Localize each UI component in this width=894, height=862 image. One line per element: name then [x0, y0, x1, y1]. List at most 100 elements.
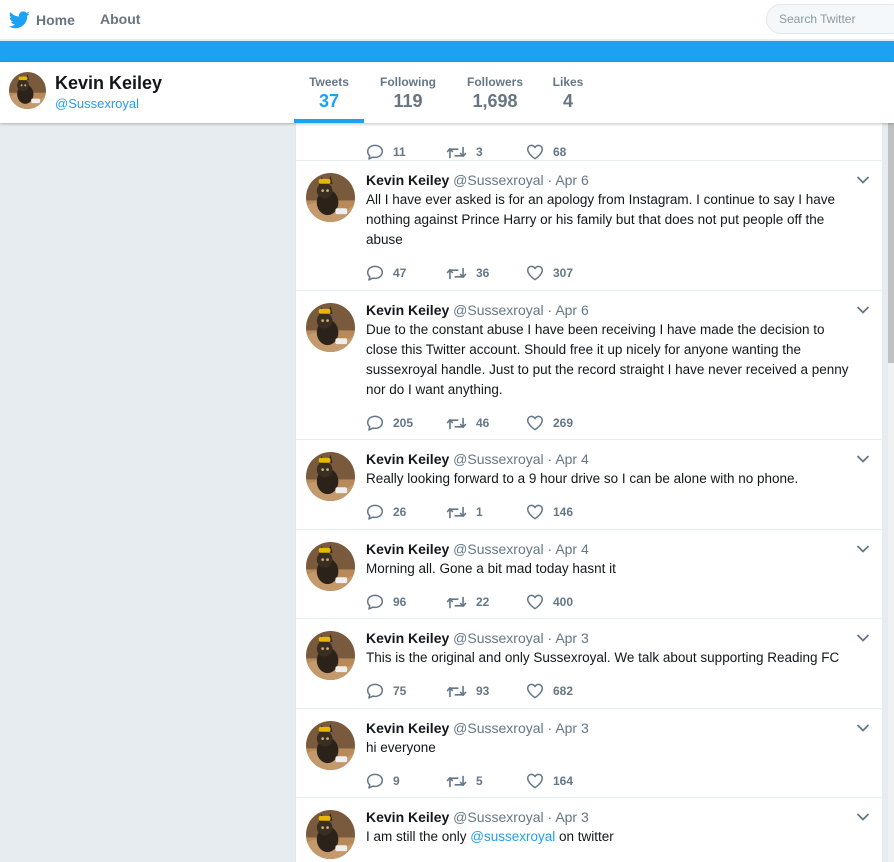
tweet[interactable]: Kevin Keiley @Sussexroyal · Apr 4 Really… — [296, 440, 882, 530]
retweet-button[interactable]: 36 — [446, 266, 526, 281]
stat-label: Following — [380, 75, 436, 89]
avatar-image — [306, 631, 355, 680]
tweet-author-handle[interactable]: @Sussexroyal — [453, 172, 543, 188]
chevron-down-icon[interactable] — [856, 633, 870, 643]
like-button[interactable]: 400 — [526, 594, 606, 610]
heart-icon — [526, 415, 544, 431]
tweet-date[interactable]: Apr 4 — [555, 541, 588, 557]
like-count: 682 — [553, 684, 574, 698]
retweet-button[interactable]: 5 — [446, 774, 526, 789]
tweet-date[interactable]: Apr 6 — [555, 172, 588, 188]
retweet-count: 46 — [476, 416, 490, 430]
retweet-icon — [446, 774, 467, 789]
tweet-date[interactable]: Apr 3 — [555, 809, 588, 825]
tweet[interactable]: Kevin Keiley @Sussexroyal · Apr 6 All I … — [296, 161, 882, 291]
chevron-down-icon[interactable] — [856, 544, 870, 554]
reply-button[interactable]: 205 — [366, 415, 446, 431]
tweet-author-name[interactable]: Kevin Keiley — [366, 451, 449, 467]
chevron-down-icon[interactable] — [856, 305, 870, 315]
retweet-button[interactable]: 3 — [446, 145, 526, 160]
retweet-button[interactable]: 93 — [446, 684, 526, 699]
avatar-image — [9, 72, 46, 109]
search-input[interactable]: Search Twitter — [766, 4, 894, 34]
chevron-down-icon[interactable] — [856, 175, 870, 185]
tweet-author-name[interactable]: Kevin Keiley — [366, 630, 449, 646]
tweet-date[interactable]: Apr 3 — [555, 630, 588, 646]
like-count: 269 — [553, 416, 574, 430]
profile-name[interactable]: Kevin Keiley — [55, 73, 162, 94]
tweet-author-handle[interactable]: @Sussexroyal — [453, 630, 543, 646]
tweet-text: I am still the only @sussexroyal on twit… — [366, 827, 870, 847]
reply-button[interactable]: 47 — [366, 265, 446, 281]
tweet-actions: 26 1 146 — [366, 497, 870, 527]
like-button[interactable]: 146 — [526, 504, 606, 520]
tweet-date[interactable]: Apr 3 — [555, 720, 588, 736]
tweet-author-handle[interactable]: @Sussexroyal — [453, 451, 543, 467]
tweet-author-name[interactable]: Kevin Keiley — [366, 720, 449, 736]
tweet-author-name[interactable]: Kevin Keiley — [366, 541, 449, 557]
tweet-avatar[interactable] — [306, 810, 355, 859]
reply-button[interactable]: 11 — [366, 144, 446, 160]
tweet-author-name[interactable]: Kevin Keiley — [366, 809, 449, 825]
tweet-author-name[interactable]: Kevin Keiley — [366, 172, 449, 188]
reply-button[interactable]: 96 — [366, 594, 446, 610]
tweet-date[interactable]: Apr 6 — [555, 302, 588, 318]
nav-home-link[interactable]: Home — [9, 11, 75, 29]
tweet-avatar[interactable] — [306, 631, 355, 680]
like-button[interactable]: 307 — [526, 265, 606, 281]
tweet[interactable]: Kevin Keiley @Sussexroyal · Apr 6 Due to… — [296, 291, 882, 440]
tweet-avatar[interactable] — [306, 173, 355, 222]
reply-icon — [366, 594, 384, 610]
tweet-header: Kevin Keiley @Sussexroyal · Apr 6 — [366, 171, 870, 189]
stat-tweets[interactable]: Tweets 37 — [305, 75, 353, 112]
mention-link[interactable]: @sussexroyal — [470, 829, 555, 844]
stat-likes[interactable]: Likes 4 — [548, 75, 588, 112]
reply-button[interactable]: 26 — [366, 504, 446, 520]
tweet[interactable]: Kevin Keiley @Sussexroyal · Apr 3 This i… — [296, 619, 882, 709]
reply-icon — [366, 415, 384, 431]
tweet-header: Kevin Keiley @Sussexroyal · Apr 4 — [366, 450, 870, 468]
avatar[interactable] — [9, 72, 46, 109]
like-button[interactable]: 269 — [526, 415, 606, 431]
tweet-header: Kevin Keiley @Sussexroyal · Apr 6 — [366, 301, 870, 319]
retweet-button[interactable]: 22 — [446, 595, 526, 610]
tweet-partial: 11 3 68 — [296, 123, 882, 161]
reply-icon — [366, 683, 384, 699]
reply-button[interactable]: 9 — [366, 773, 446, 789]
tweet-text-after: on twitter — [555, 829, 614, 844]
tweet-author-handle[interactable]: @Sussexroyal — [453, 720, 543, 736]
tweet-author-name[interactable]: Kevin Keiley — [366, 302, 449, 318]
tweet-avatar[interactable] — [306, 303, 355, 352]
tweet-actions: 75 93 682 — [366, 676, 870, 706]
chevron-down-icon[interactable] — [856, 812, 870, 822]
nav-about-link[interactable]: About — [100, 11, 140, 27]
tweet-avatar[interactable] — [306, 721, 355, 770]
tweet[interactable]: Kevin Keiley @Sussexroyal · Apr 3 I am s… — [296, 798, 882, 862]
avatar-image — [306, 721, 355, 770]
tweet-author-handle[interactable]: @Sussexroyal — [453, 809, 543, 825]
profile-handle[interactable]: @Sussexroyal — [55, 96, 139, 111]
retweet-icon — [446, 684, 467, 699]
retweet-button[interactable]: 1 — [446, 505, 526, 520]
stat-followers[interactable]: Followers 1,698 — [463, 75, 527, 112]
like-button[interactable]: 682 — [526, 683, 606, 699]
tweet[interactable]: Kevin Keiley @Sussexroyal · Apr 4 Mornin… — [296, 530, 882, 619]
like-button[interactable]: 68 — [526, 144, 606, 160]
chevron-down-icon[interactable] — [856, 454, 870, 464]
retweet-button[interactable]: 46 — [446, 416, 526, 431]
tweet-text: Morning all. Gone a bit mad today hasnt … — [366, 561, 616, 576]
reply-button[interactable]: 75 — [366, 683, 446, 699]
like-count: 400 — [553, 595, 574, 609]
tweet[interactable]: Kevin Keiley @Sussexroyal · Apr 3 hi eve… — [296, 709, 882, 798]
chevron-down-icon[interactable] — [856, 723, 870, 733]
tweet-author-handle[interactable]: @Sussexroyal — [453, 541, 543, 557]
tweet-author-handle[interactable]: @Sussexroyal — [453, 302, 543, 318]
scrollbar-thumb[interactable] — [888, 123, 894, 363]
stat-following[interactable]: Following 119 — [376, 75, 440, 112]
like-button[interactable]: 164 — [526, 773, 606, 789]
reply-count: 47 — [393, 266, 407, 280]
tweet-date[interactable]: Apr 4 — [555, 451, 588, 467]
heart-icon — [526, 683, 544, 699]
tweet-avatar[interactable] — [306, 452, 355, 501]
tweet-avatar[interactable] — [306, 542, 355, 591]
